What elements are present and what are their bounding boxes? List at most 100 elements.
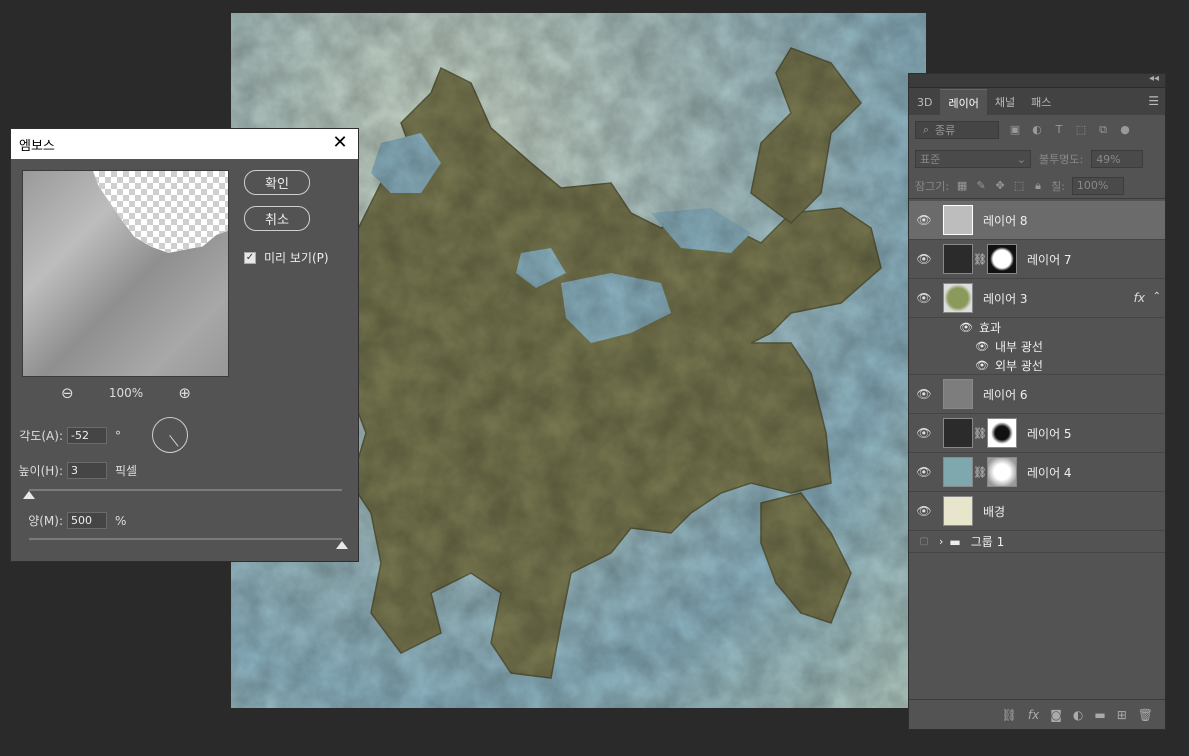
layer-thumbnail bbox=[943, 244, 973, 274]
amount-slider-track[interactable] bbox=[29, 538, 342, 540]
height-label: 높이(H): bbox=[18, 464, 63, 478]
blend-row: 표준 ⌄ 불투명도: 49% bbox=[909, 145, 1165, 173]
amount-unit: % bbox=[115, 513, 127, 528]
dialog-titlebar: 엠보스 ✕ bbox=[11, 129, 358, 159]
zoom-out-icon[interactable]: ⊖ bbox=[61, 384, 74, 402]
layer-row-background[interactable]: 👁︎ 배경 bbox=[909, 492, 1165, 531]
lock-artboard-icon[interactable]: ⬚ bbox=[1013, 179, 1025, 192]
ok-button[interactable]: 확인 bbox=[244, 170, 310, 195]
effect-row-outer-glow[interactable]: 👁︎ 외부 광선 bbox=[909, 356, 1165, 375]
new-layer-icon[interactable]: ⊞ bbox=[1117, 708, 1127, 722]
layer-thumbnail bbox=[943, 496, 973, 526]
close-icon[interactable]: ✕ bbox=[330, 133, 350, 153]
add-style-icon[interactable]: fx bbox=[1028, 708, 1039, 722]
trash-icon[interactable]: 🗑︎ bbox=[1138, 708, 1153, 722]
blend-mode-select[interactable]: 표준 ⌄ bbox=[915, 150, 1031, 168]
layer-row-8[interactable]: 👁︎ 레이어 8 bbox=[909, 201, 1165, 240]
text-filter-icon[interactable]: T bbox=[1053, 124, 1065, 136]
layer-name: 레이어 7 bbox=[1027, 252, 1072, 267]
filter-kind-select[interactable]: ⌕ 종류 bbox=[915, 121, 999, 139]
layer-row-5[interactable]: 👁︎ ⛓︎ 레이어 5 bbox=[909, 414, 1165, 453]
opacity-input[interactable]: 49% bbox=[1091, 150, 1144, 168]
height-slider-thumb[interactable] bbox=[23, 491, 35, 499]
cancel-button[interactable]: 취소 bbox=[244, 206, 310, 231]
effect-name: 외부 광선 bbox=[994, 358, 1043, 373]
tab-channels[interactable]: 채널 bbox=[987, 89, 1023, 115]
amount-slider-thumb[interactable] bbox=[336, 541, 348, 549]
adjustment-layer-icon[interactable]: ◐ bbox=[1073, 708, 1083, 722]
layer-name: 레이어 4 bbox=[1027, 465, 1072, 480]
checkbox-check-icon[interactable]: ✓ bbox=[244, 251, 256, 264]
layer-mask-thumbnail[interactable] bbox=[987, 418, 1017, 448]
lock-row: 잠그기: ▦ ✎ ✥ ⬚ 🔒︎ 칠: 100% bbox=[909, 173, 1165, 199]
amount-input[interactable] bbox=[67, 512, 107, 529]
angle-label: 각도(A): bbox=[19, 429, 63, 443]
link-layers-icon[interactable]: ⛓︎ bbox=[1002, 708, 1017, 722]
layer-mask-thumbnail[interactable] bbox=[987, 244, 1017, 274]
link-icon[interactable]: ⛓︎ bbox=[973, 466, 987, 479]
search-icon: ⌕ bbox=[922, 123, 930, 136]
effects-header-row[interactable]: 👁︎ 효과 bbox=[909, 318, 1165, 337]
height-slider-track[interactable] bbox=[29, 489, 342, 491]
eye-icon[interactable]: 👁︎ bbox=[909, 387, 939, 401]
angle-dial[interactable] bbox=[152, 417, 188, 453]
preview-checkbox-label: 미리 보기(P) bbox=[264, 251, 329, 265]
angle-input[interactable] bbox=[67, 427, 107, 444]
eye-icon[interactable]: 👁︎ bbox=[975, 340, 989, 353]
layer-thumbnail bbox=[943, 418, 973, 448]
eye-icon[interactable]: 👁︎ bbox=[909, 426, 939, 440]
lock-pixels-icon[interactable]: ✎ bbox=[975, 179, 987, 192]
fx-icon[interactable]: fx bbox=[1134, 291, 1145, 305]
layer-mask-thumbnail[interactable] bbox=[987, 457, 1017, 487]
image-filter-icon[interactable]: ▣ bbox=[1009, 124, 1021, 136]
tab-3d[interactable]: 3D bbox=[909, 89, 940, 115]
height-unit: 픽셀 bbox=[115, 464, 138, 478]
height-input[interactable] bbox=[67, 462, 107, 479]
angle-unit: ° bbox=[115, 428, 121, 443]
layer-name: 레이어 8 bbox=[983, 213, 1028, 228]
fill-label: 칠: bbox=[1051, 179, 1065, 193]
layer-row-4[interactable]: 👁︎ ⛓︎ 레이어 4 bbox=[909, 453, 1165, 492]
layer-row-6[interactable]: 👁︎ 레이어 6 bbox=[909, 375, 1165, 414]
adjustment-filter-icon[interactable]: ◐ bbox=[1031, 124, 1043, 136]
fill-input[interactable]: 100% bbox=[1071, 176, 1124, 195]
lock-all-icon[interactable]: 🔒︎ bbox=[1032, 179, 1044, 192]
preview-checkbox[interactable]: ✓ 미리 보기(P) bbox=[244, 249, 329, 266]
filter-preview[interactable] bbox=[22, 170, 229, 377]
eye-icon[interactable]: 👁︎ bbox=[909, 465, 939, 479]
lock-position-icon[interactable]: ✥ bbox=[994, 179, 1006, 192]
eye-icon[interactable]: 👁︎ bbox=[975, 359, 989, 372]
panel-menu-icon[interactable]: ☰ bbox=[1148, 94, 1159, 108]
link-icon[interactable]: ⛓︎ bbox=[973, 253, 987, 266]
tab-layers[interactable]: 레이어 bbox=[940, 89, 987, 115]
tab-paths[interactable]: 패스 bbox=[1023, 89, 1059, 115]
height-row: 높이(H): 픽셀 bbox=[11, 462, 137, 479]
layer-thumbnail bbox=[943, 379, 973, 409]
layer-name: 레이어 6 bbox=[983, 387, 1028, 402]
eye-icon[interactable]: 👁︎ bbox=[909, 213, 939, 227]
chevron-up-icon[interactable]: ⌃ bbox=[1153, 291, 1161, 302]
filter-toggle-icon[interactable]: ● bbox=[1119, 124, 1131, 136]
layer-row-7[interactable]: 👁︎ ⛓︎ 레이어 7 bbox=[909, 240, 1165, 279]
layer-group-row[interactable]: ▢ › ▬ 그룹 1 bbox=[909, 531, 1165, 553]
opacity-label: 불투명도: bbox=[1039, 153, 1084, 166]
add-mask-icon[interactable]: ◙ bbox=[1050, 708, 1062, 722]
eye-icon[interactable]: 👁︎ bbox=[909, 291, 939, 305]
layer-row-3[interactable]: 👁︎ 레이어 3 fx ⌃ bbox=[909, 279, 1165, 318]
new-group-icon[interactable]: ▬ bbox=[1094, 708, 1105, 722]
visibility-box-icon[interactable]: ▢ bbox=[909, 536, 939, 547]
eye-icon[interactable]: 👁︎ bbox=[909, 504, 939, 518]
chevron-right-icon[interactable]: › bbox=[939, 535, 943, 548]
panel-topstrip: ◂◂ bbox=[909, 73, 1165, 88]
eye-icon[interactable]: 👁︎ bbox=[959, 321, 973, 334]
link-icon[interactable]: ⛓︎ bbox=[973, 427, 987, 440]
panel-bottom-bar: ⛓︎ fx ◙ ◐ ▬ ⊞ 🗑︎ bbox=[909, 699, 1165, 729]
group-name: 그룹 1 bbox=[970, 535, 1005, 549]
shape-filter-icon[interactable]: ⬚ bbox=[1075, 124, 1087, 136]
lock-transparent-icon[interactable]: ▦ bbox=[956, 179, 968, 192]
eye-icon[interactable]: 👁︎ bbox=[909, 252, 939, 266]
smart-object-filter-icon[interactable]: ⧉ bbox=[1097, 124, 1109, 136]
effect-row-inner-glow[interactable]: 👁︎ 내부 광선 bbox=[909, 337, 1165, 356]
zoom-in-icon[interactable]: ⊕ bbox=[178, 384, 191, 402]
collapse-icon[interactable]: ◂◂ bbox=[1149, 73, 1159, 84]
